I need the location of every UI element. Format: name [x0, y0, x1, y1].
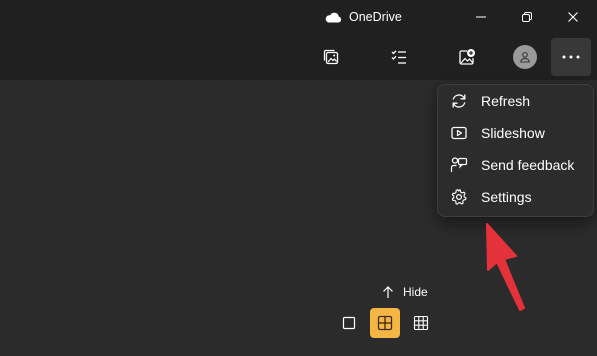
select-checklist-icon	[391, 50, 406, 64]
menu-item-send-feedback[interactable]: Send feedback	[442, 150, 589, 180]
view-single-button[interactable]	[334, 308, 364, 338]
menu-item-label: Settings	[481, 189, 532, 205]
more-options-button[interactable]	[551, 38, 591, 76]
close-button[interactable]	[550, 0, 596, 34]
title-bar: OneDrive	[0, 0, 597, 34]
menu-item-refresh[interactable]: Refresh	[442, 86, 589, 116]
minimize-button[interactable]	[458, 0, 504, 34]
select-button[interactable]	[380, 38, 418, 76]
close-icon	[568, 12, 578, 22]
gear-icon	[449, 187, 469, 207]
hide-button[interactable]: Hide	[382, 283, 428, 301]
minimize-icon	[476, 16, 486, 18]
onedrive-cloud-icon	[324, 11, 342, 23]
app-title: OneDrive	[324, 8, 402, 26]
slideshow-gallery-button[interactable]	[312, 38, 350, 76]
feedback-icon	[449, 155, 469, 175]
menu-item-settings[interactable]: Settings	[442, 182, 589, 212]
person-icon	[520, 51, 530, 63]
more-options-icon	[562, 55, 580, 59]
more-options-menu: Refresh Slideshow Send feedback Settings	[437, 84, 594, 217]
add-image-button[interactable]	[448, 38, 486, 76]
refresh-icon	[449, 91, 469, 111]
menu-item-slideshow[interactable]: Slideshow	[442, 118, 589, 148]
restore-button[interactable]	[504, 0, 550, 34]
slideshow-icon	[449, 123, 469, 143]
menu-item-label: Slideshow	[481, 125, 545, 141]
menu-item-label: Send feedback	[481, 157, 575, 173]
medium-grid-icon	[377, 315, 393, 331]
account-button[interactable]	[506, 38, 544, 76]
hide-label: Hide	[403, 285, 428, 299]
app-title-text: OneDrive	[349, 10, 402, 24]
toolbar	[0, 34, 597, 80]
annotation-arrow-icon	[486, 223, 525, 311]
view-small-button[interactable]	[406, 308, 436, 338]
single-view-icon	[342, 316, 356, 330]
small-grid-icon	[413, 315, 429, 331]
add-image-icon	[459, 49, 475, 65]
restore-icon	[522, 12, 532, 22]
view-medium-button[interactable]	[370, 308, 400, 338]
account-avatar	[513, 45, 537, 69]
menu-item-label: Refresh	[481, 93, 531, 109]
arrow-up-icon	[383, 286, 393, 298]
slideshow-gallery-icon	[323, 49, 339, 65]
